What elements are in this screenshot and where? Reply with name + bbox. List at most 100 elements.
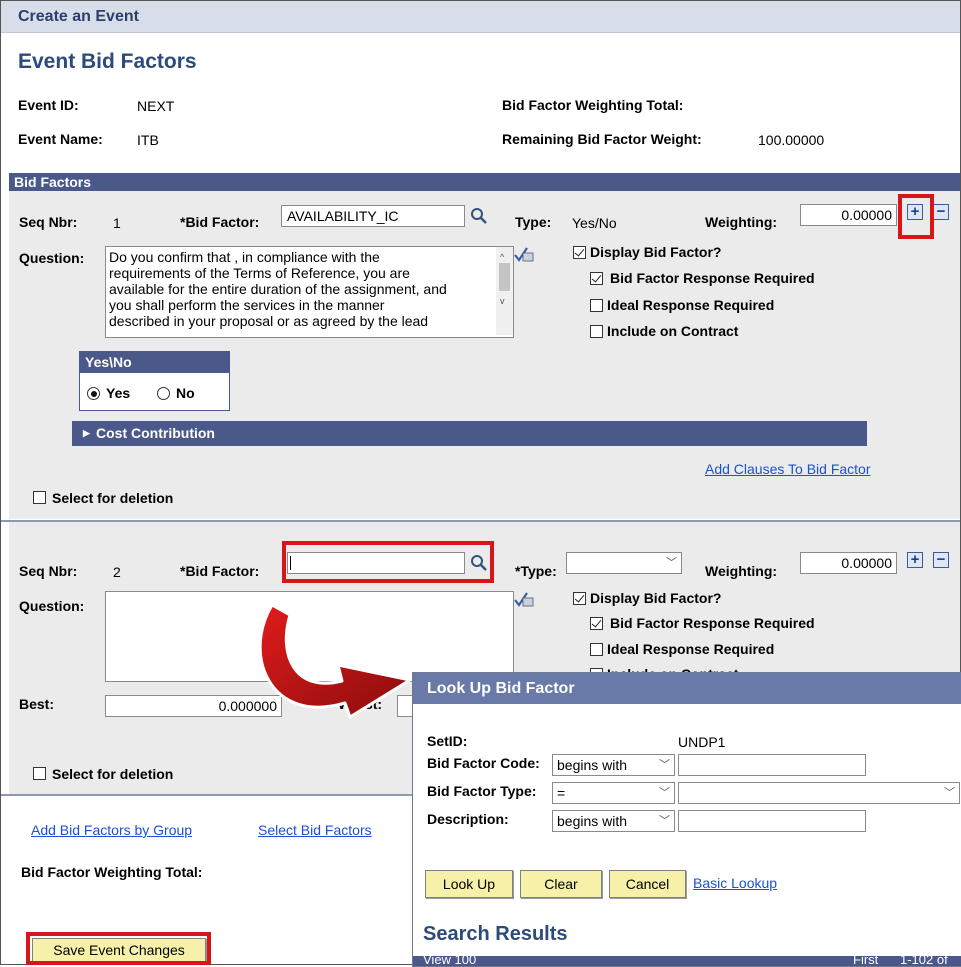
factor1-weighting-input[interactable]: 0.00000 — [800, 204, 897, 226]
breadcrumb-bar: Create an Event — [1, 1, 960, 33]
breadcrumb: Create an Event — [18, 8, 139, 25]
factor1-response-required-label: Bid Factor Response Required — [610, 270, 815, 286]
factor2-select-deletion-checkbox[interactable] — [33, 767, 46, 780]
event-name-label: Event Name: — [18, 131, 103, 147]
lookup-code-operator-select[interactable]: begins with ﹀ — [552, 754, 675, 776]
chevron-down-icon: ﹀ — [944, 787, 955, 799]
lookup-title: Look Up Bid Factor — [413, 673, 961, 704]
lookup-description-operator-value: begins with — [557, 813, 628, 829]
lookup-code-label: Bid Factor Code: — [427, 755, 540, 771]
select-bid-factors-link[interactable]: Select Bid Factors — [258, 822, 372, 838]
weighting-total-label: Bid Factor Weighting Total: — [502, 97, 684, 113]
question-scrollbar[interactable]: ^ v — [496, 247, 513, 335]
search-results-title: Search Results — [423, 923, 568, 945]
event-id-value: NEXT — [137, 98, 175, 114]
yes-radio-label: Yes — [106, 385, 131, 401]
bid-factors-section-header: Bid Factors — [9, 173, 960, 191]
chevron-down-icon: ﹀ — [659, 815, 670, 827]
factor2-select-deletion-label: Select for deletion — [52, 766, 174, 782]
chevron-down-icon: ﹀ — [666, 557, 677, 569]
annotation-highlight-save — [26, 932, 211, 965]
yesno-group: Yes\No Yes No — [79, 351, 230, 411]
factor2-ideal-response-checkbox[interactable] — [590, 643, 603, 656]
factor1-response-required-checkbox[interactable] — [590, 272, 603, 285]
footer-weighting-total-label: Bid Factor Weighting Total: — [21, 864, 203, 880]
factor1-display-label: Display Bid Factor? — [590, 244, 722, 260]
remaining-weight-label: Remaining Bid Factor Weight: — [502, 131, 702, 147]
yes-radio[interactable] — [87, 387, 100, 400]
factor2-display-label: Display Bid Factor? — [590, 590, 722, 606]
question-line: requirements of the Terms of Reference, … — [109, 265, 410, 281]
expand-arrow-icon: ▶ — [83, 428, 90, 438]
factor1-seq-label: Seq Nbr: — [19, 214, 78, 230]
factor2-delete-row-icon[interactable]: − — [933, 552, 949, 568]
chevron-down-icon: ﹀ — [659, 787, 670, 799]
factor2-seq-label: Seq Nbr: — [19, 563, 78, 579]
event-id-label: Event ID: — [18, 97, 79, 113]
factor2-question-label: Question: — [19, 598, 85, 614]
lookup-type-value-select[interactable]: ﹀ — [678, 782, 960, 804]
factor1-select-deletion-label: Select for deletion — [52, 490, 174, 506]
factor2-weighting-label: Weighting: — [705, 563, 778, 579]
remaining-weight-value: 100.00000 — [758, 132, 825, 148]
question-line: you shall perform the services in the ma… — [109, 297, 385, 313]
factor2-type-select[interactable]: ﹀ — [566, 552, 682, 574]
factor1-lookup-icon[interactable] — [469, 206, 489, 226]
factor1-include-contract-label: Include on Contract — [607, 323, 739, 339]
question-line: described in your proposal or as agreed … — [109, 313, 429, 329]
factor2-bid-factor-label: *Bid Factor: — [180, 563, 260, 579]
annotation-arrow-icon — [258, 603, 412, 719]
factor1-type-label: Type: — [515, 214, 552, 230]
factor1-display-checkbox[interactable] — [573, 246, 586, 259]
lookup-type-label: Bid Factor Type: — [427, 783, 537, 799]
factor2-weighting-input[interactable]: 0.00000 — [800, 552, 897, 574]
factor2-display-checkbox[interactable] — [573, 592, 586, 605]
clear-button[interactable]: Clear — [520, 870, 602, 898]
factor1-bid-factor-label: *Bid Factor: — [180, 214, 260, 230]
add-clauses-link[interactable]: Add Clauses To Bid Factor — [705, 461, 871, 477]
factor2-spellcheck-icon[interactable] — [513, 590, 535, 610]
chevron-down-icon: ﹀ — [659, 759, 670, 771]
lookup-button[interactable]: Look Up — [425, 870, 513, 898]
add-bid-factors-by-group-link[interactable]: Add Bid Factors by Group — [31, 822, 192, 838]
question-line: available for the entire duration of the… — [109, 281, 447, 297]
basic-lookup-link[interactable]: Basic Lookup — [693, 875, 777, 891]
no-radio[interactable] — [157, 387, 170, 400]
factor2-response-required-checkbox[interactable] — [590, 617, 603, 630]
cancel-button[interactable]: Cancel — [609, 870, 686, 898]
lookup-code-input[interactable] — [678, 754, 866, 776]
event-name-value: ITB — [137, 132, 159, 148]
yesno-header: Yes\No — [80, 352, 229, 373]
factor2-response-required-label: Bid Factor Response Required — [610, 615, 815, 631]
factor1-delete-row-icon[interactable]: − — [933, 204, 949, 220]
factor1-include-contract-checkbox[interactable] — [590, 325, 603, 338]
lookup-setid-label: SetID: — [427, 733, 468, 749]
factor2-seq-value: 2 — [113, 564, 121, 580]
factor1-ideal-response-label: Ideal Response Required — [607, 297, 775, 313]
factor2-best-label: Best: — [19, 696, 55, 712]
lookup-description-label: Description: — [427, 811, 509, 827]
factor1-question-textarea[interactable]: Do you confirm that , in compliance with… — [105, 246, 514, 338]
page-title: Event Bid Factors — [18, 50, 197, 73]
factor2-ideal-response-label: Ideal Response Required — [607, 641, 775, 657]
factor1-question-label: Question: — [19, 250, 85, 266]
lookup-description-input[interactable] — [678, 810, 866, 832]
lookup-dialog: Look Up Bid Factor SetID: UNDP1 Bid Fact… — [412, 672, 961, 967]
factor1-bid-factor-input[interactable]: AVAILABILITY_IC — [281, 205, 465, 227]
no-radio-label: No — [176, 385, 195, 401]
annotation-highlight-bid-factor — [282, 541, 494, 583]
factor1-ideal-response-checkbox[interactable] — [590, 299, 603, 312]
factor1-seq-value: 1 — [113, 215, 121, 231]
lookup-setid-value: UNDP1 — [678, 734, 726, 750]
annotation-highlight-add — [898, 194, 934, 239]
lookup-type-operator-value: = — [557, 785, 566, 801]
lookup-code-operator-value: begins with — [557, 757, 628, 773]
factor2-type-label: *Type: — [515, 563, 557, 579]
lookup-description-operator-select[interactable]: begins with ﹀ — [552, 810, 675, 832]
factor1-weighting-label: Weighting: — [705, 214, 778, 230]
factor1-select-deletion-checkbox[interactable] — [33, 491, 46, 504]
factor1-spellcheck-icon[interactable] — [513, 245, 535, 265]
lookup-type-operator-select[interactable]: = ﹀ — [552, 782, 675, 804]
cost-contribution-bar[interactable]: ▶ Cost Contribution — [72, 421, 867, 446]
factor2-add-row-icon[interactable]: + — [907, 552, 923, 568]
